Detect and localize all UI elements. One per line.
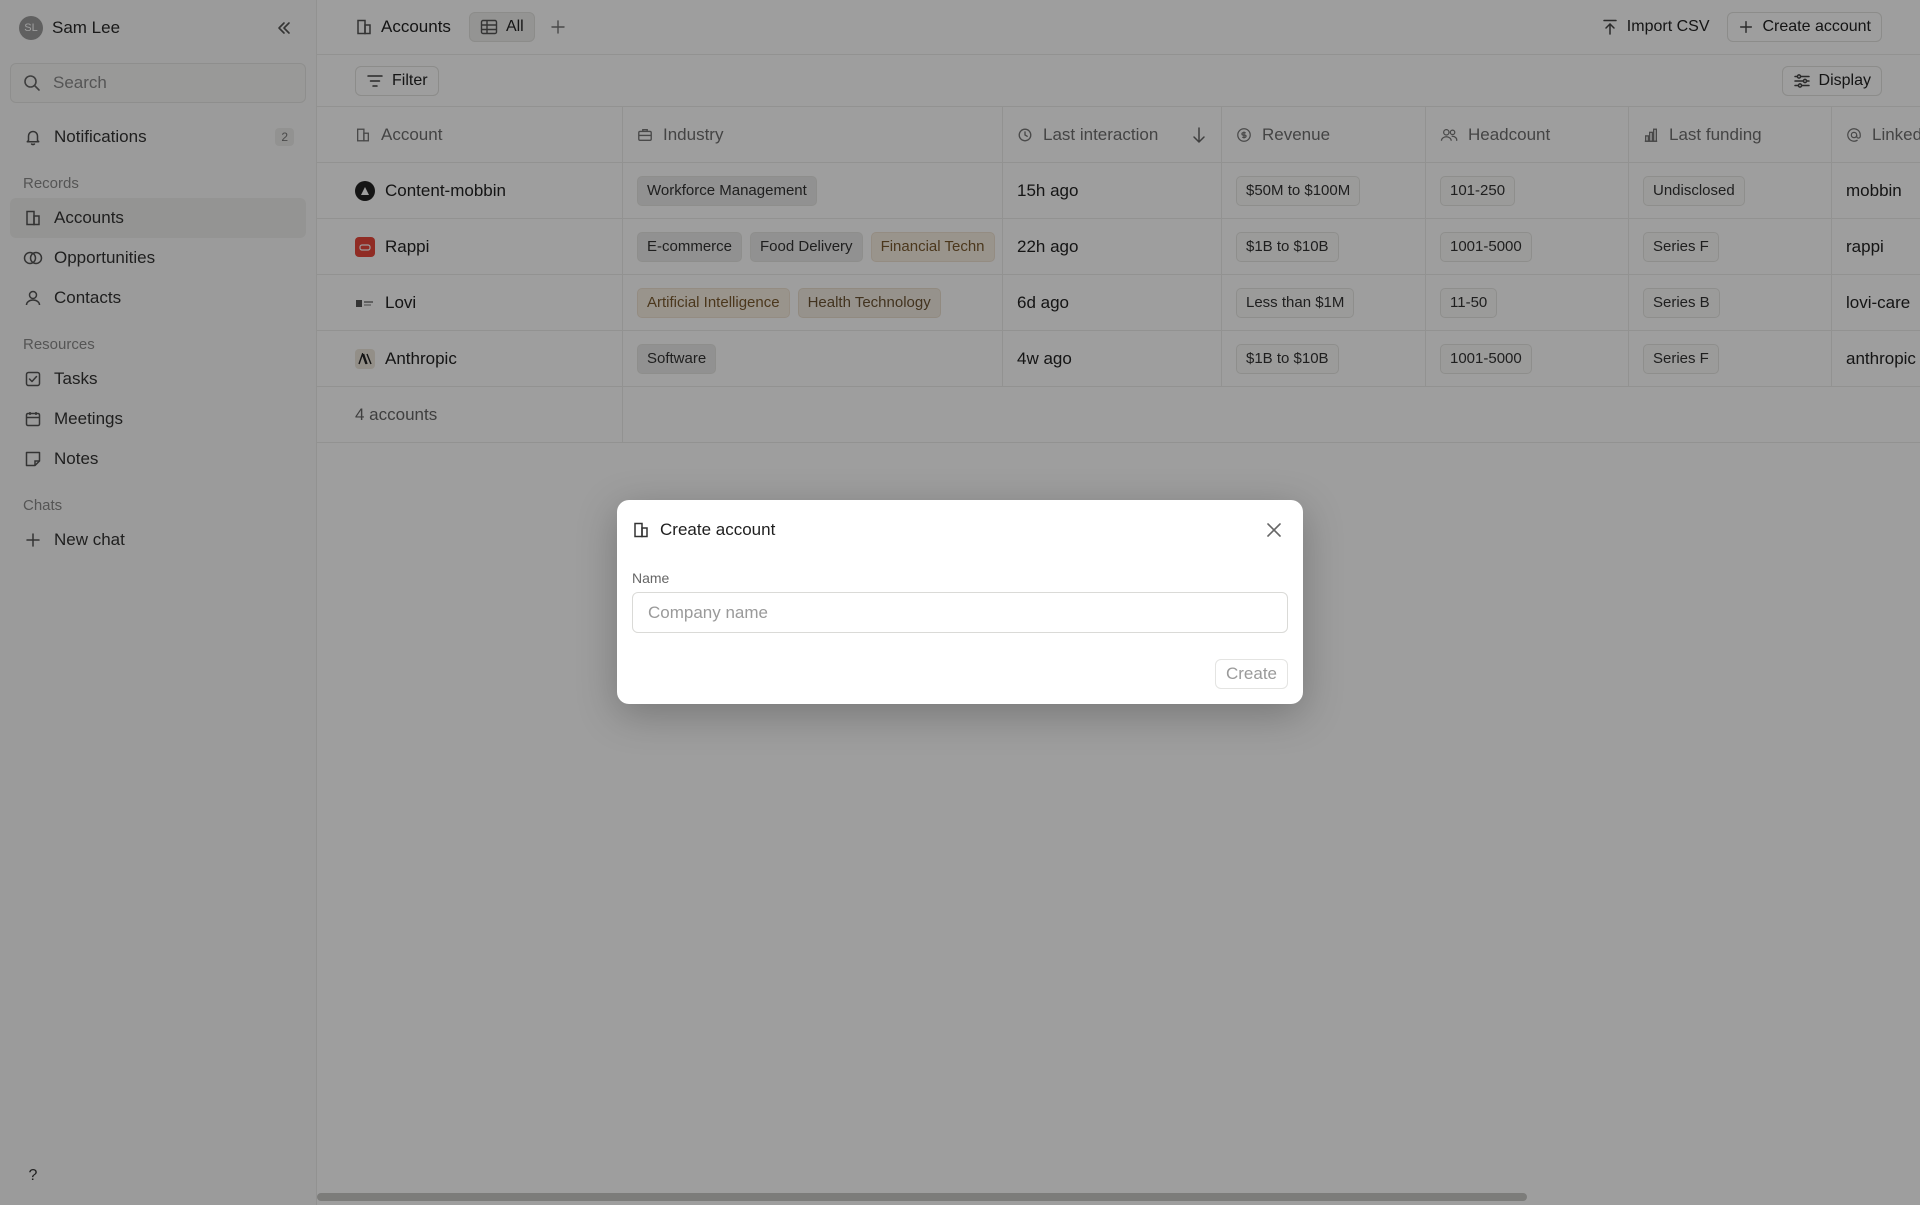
company-name-input[interactable] bbox=[632, 592, 1288, 633]
create-button[interactable]: Create bbox=[1214, 659, 1288, 689]
dialog-actions: Create bbox=[632, 659, 1288, 689]
dialog-title: Create account bbox=[660, 520, 776, 539]
create-account-dialog: Create account Name Create bbox=[617, 500, 1303, 704]
close-icon[interactable] bbox=[1260, 516, 1288, 544]
name-field-label: Name bbox=[632, 570, 670, 586]
dialog-header: Create account bbox=[632, 500, 1288, 560]
building-icon bbox=[632, 521, 650, 539]
